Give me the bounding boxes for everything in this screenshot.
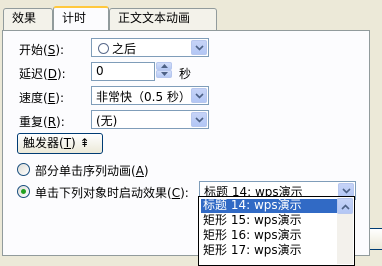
speed-label-text: 速度 <box>19 91 44 105</box>
tab-effect[interactable]: 效果 <box>3 8 53 30</box>
repeat-dropdown-button[interactable] <box>191 112 207 127</box>
start-label: 开始(S): <box>19 43 65 57</box>
chevron-down-icon <box>195 117 204 123</box>
tab-text-animation-label: 正文文本动画 <box>118 11 191 25</box>
trigger-object-dropdown-list: 标题 14: wps演示 矩形 15: wps演示 矩形 16: wps演示 矩… <box>198 196 355 266</box>
trigger-button[interactable]: 触发器(T) ⇞ <box>17 133 103 154</box>
start-combo-value-wrap: 之后 <box>98 40 136 57</box>
chevron-up-icon <box>341 204 350 210</box>
start-hotkey: S <box>47 43 56 57</box>
double-up-arrow-icon: ⇞ <box>79 136 90 150</box>
speed-value: 非常快（0.5 秒） <box>96 90 191 104</box>
spin-up-button[interactable] <box>156 62 172 70</box>
tab-text-animation[interactable]: 正文文本动画 <box>109 8 217 30</box>
tab-timing-label: 计时 <box>62 11 87 25</box>
repeat-label: 重复(R): <box>19 115 65 129</box>
radio-object-click-label[interactable]: 单击下列对象时启动效果(C): <box>35 184 189 201</box>
animation-dialog: 效果 计时 正文文本动画 开始(S): 之后 延迟(D): 0 秒 速度(E):… <box>0 0 382 266</box>
chevron-down-icon <box>195 93 204 99</box>
trigger-label: 触发器 <box>23 136 60 150</box>
spin-down-button[interactable] <box>156 70 172 78</box>
chevron-down-icon <box>342 188 351 194</box>
dropdown-item[interactable]: 矩形 15: wps演示 <box>201 214 337 228</box>
delay-spinner[interactable] <box>156 62 172 79</box>
delay-label-text: 延迟 <box>19 67 44 81</box>
tab-timing[interactable]: 计时 <box>53 6 109 30</box>
speed-combo[interactable]: 非常快（0.5 秒） <box>91 86 209 105</box>
repeat-combo[interactable]: (无) <box>91 110 209 129</box>
chevron-down-icon <box>195 45 204 51</box>
dropdown-item[interactable]: 矩形 17: wps演示 <box>201 244 337 258</box>
start-combo[interactable]: 之后 <box>91 38 209 57</box>
start-dropdown-button[interactable] <box>191 40 207 55</box>
radio-object-click[interactable] <box>17 185 30 198</box>
dropdown-scrollbar[interactable] <box>337 198 353 264</box>
start-label-text: 开始 <box>19 43 44 57</box>
radio-sequence-label[interactable]: 部分单击序列动画(A) <box>35 162 149 179</box>
delay-input[interactable]: 0 <box>91 62 155 81</box>
arrow-down-icon <box>161 72 168 76</box>
start-value: 之后 <box>112 42 137 56</box>
speed-dropdown-button[interactable] <box>191 88 207 103</box>
repeat-label-text: 重复 <box>19 115 44 129</box>
speed-label: 速度(E): <box>19 91 65 105</box>
repeat-value: (无) <box>96 114 118 128</box>
trigger-hotkey: T <box>63 136 72 150</box>
radio-sequence[interactable] <box>17 163 30 176</box>
repeat-hotkey: R <box>47 115 57 129</box>
scroll-up-button[interactable] <box>337 198 353 214</box>
delay-value: 0 <box>96 64 104 78</box>
tab-effect-label: 效果 <box>12 11 37 25</box>
dropdown-item[interactable]: 矩形 16: wps演示 <box>201 229 337 243</box>
delay-unit: 秒 <box>179 67 192 81</box>
delay-label: 延迟(D): <box>19 67 66 81</box>
dropdown-item[interactable]: 标题 14: wps演示 <box>201 199 337 213</box>
speed-hotkey: E <box>47 91 56 105</box>
radio-object-click-text: 单击下列对象时启动效果 <box>35 186 168 200</box>
arrow-up-icon <box>161 64 168 68</box>
radio-sequence-hotkey: A <box>135 164 144 178</box>
radio-sequence-text: 部分单击序列动画 <box>35 164 132 178</box>
radio-object-click-hotkey: C <box>171 186 181 200</box>
delay-hotkey: D <box>47 67 57 81</box>
clock-icon <box>98 43 109 54</box>
